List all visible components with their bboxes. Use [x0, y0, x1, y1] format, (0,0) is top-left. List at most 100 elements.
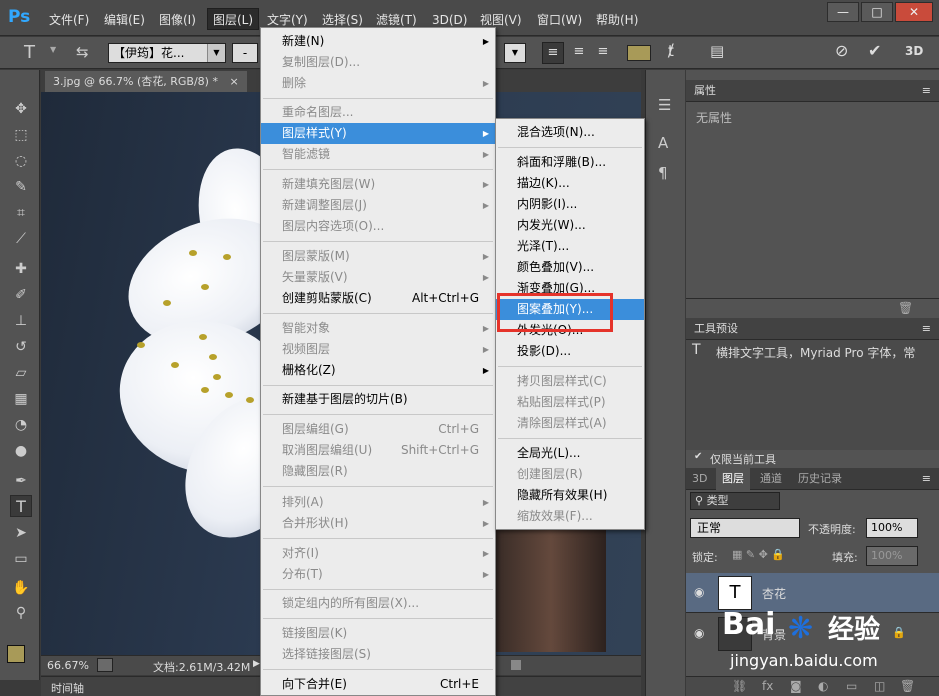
menu-item-link-layers[interactable]: 链接图层(K) — [261, 623, 495, 644]
paragraph-panel-icon[interactable]: ¶ — [658, 164, 668, 182]
hand-tool-icon[interactable]: ✋ — [10, 577, 32, 599]
layer-filter-select[interactable]: ⚲ 类型 — [690, 492, 780, 510]
eye-icon[interactable]: ◉ — [694, 626, 704, 640]
eye-icon[interactable]: ◉ — [694, 585, 704, 599]
submenu-item-drop-shadow[interactable]: 投影(D)... — [496, 341, 644, 362]
submenu-item-color-overlay[interactable]: 颜色叠加(V)... — [496, 257, 644, 278]
close-tab-icon[interactable]: × — [229, 75, 238, 88]
menu-item-new-adjustment-layer[interactable]: 新建调整图层(J) ▶ — [261, 195, 495, 216]
history-brush-icon[interactable]: ↺ — [10, 336, 32, 358]
menu-image[interactable]: 图像(I) — [154, 9, 201, 31]
submenu-item-copy-layer-style[interactable]: 拷贝图层样式(C) — [496, 371, 644, 392]
lasso-tool-icon[interactable]: ◌ — [10, 150, 32, 172]
commit-icon[interactable]: ✔ — [868, 41, 881, 60]
menu-item-select-linked-layers[interactable]: 选择链接图层(S) — [261, 644, 495, 665]
menu-item-new-fill-layer[interactable]: 新建填充图层(W) ▶ — [261, 174, 495, 195]
properties-panel-title[interactable]: 属性 — [694, 80, 716, 102]
stamp-tool-icon[interactable]: ⊥ — [10, 310, 32, 332]
current-only-checkbox[interactable]: ✔ — [694, 451, 702, 462]
trash-icon[interactable]: 🗑 — [898, 301, 913, 315]
horizontal-scrollbar-thumb[interactable] — [511, 660, 521, 670]
type-tool-icon[interactable]: T — [10, 495, 32, 517]
restore-button[interactable]: □ — [861, 2, 893, 22]
submenu-item-global-light[interactable]: 全局光(L)... — [496, 443, 644, 464]
crop-tool-icon[interactable]: ⌗ — [10, 202, 32, 224]
menu-item-arrange[interactable]: 排列(A) ▶ — [261, 492, 495, 513]
menu-item-vector-mask[interactable]: 矢量蒙版(V) ▶ — [261, 267, 495, 288]
text-orientation-icon[interactable]: ⇆ — [76, 43, 89, 61]
layer-name[interactable]: 杏花 — [762, 585, 786, 602]
submenu-item-inner-glow[interactable]: 内发光(W)... — [496, 215, 644, 236]
menu-help[interactable]: 帮助(H) — [591, 9, 643, 31]
character-panel-icon[interactable]: A — [658, 134, 668, 152]
cancel-icon[interactable]: ⊘ — [835, 41, 848, 60]
submenu-item-clear-layer-style[interactable]: 清除图层样式(A) — [496, 413, 644, 434]
quick-select-tool-icon[interactable]: ✎ — [10, 176, 32, 198]
menu-layer[interactable]: 图层(L) — [207, 8, 260, 30]
menu-item-align[interactable]: 对齐(I) ▶ — [261, 543, 495, 564]
menu-item-layer-style[interactable]: 图层样式(Y) ▶ — [261, 123, 495, 144]
dodge-tool-icon[interactable]: ● — [10, 440, 32, 462]
submenu-item-scale-effects[interactable]: 缩放效果(F)... — [496, 506, 644, 527]
blur-tool-icon[interactable]: ◔ — [10, 414, 32, 436]
menu-item-lock-all-layers[interactable]: 锁定组内的所有图层(X)... — [261, 593, 495, 614]
font-style-select[interactable]: - — [232, 43, 258, 63]
lock-icons[interactable]: ▦ ✎ ✥ 🔒 — [732, 548, 785, 561]
size-select[interactable]: ▼ — [504, 43, 526, 63]
tab-channels[interactable]: 通道 — [760, 468, 782, 490]
3d-button[interactable]: 3D — [905, 44, 923, 58]
chevron-down-icon[interactable]: ▼ — [50, 45, 56, 54]
adjustments-panel-icon[interactable]: ☰ — [658, 96, 671, 114]
status-share-icon[interactable] — [97, 658, 113, 672]
gradient-tool-icon[interactable]: ▦ — [10, 388, 32, 410]
menu-edit[interactable]: 编辑(E) — [99, 9, 150, 31]
warp-text-icon[interactable]: ⱦ — [668, 42, 674, 60]
text-color-swatch[interactable] — [627, 45, 651, 61]
panel-menu-icon[interactable]: ≡ — [922, 318, 931, 340]
menu-window[interactable]: 窗口(W) — [532, 9, 587, 31]
chevron-right-icon[interactable]: ▶ — [253, 659, 260, 669]
type-tool-icon[interactable]: T — [24, 42, 35, 63]
submenu-item-satin[interactable]: 光泽(T)... — [496, 236, 644, 257]
menu-item-rename-layer[interactable]: 重命名图层... — [261, 102, 495, 123]
close-button[interactable]: ✕ — [895, 2, 933, 22]
align-right-icon[interactable]: ≡ — [592, 42, 614, 64]
character-panel-icon[interactable]: ▤ — [710, 42, 724, 60]
menu-item-ungroup-layers[interactable]: 取消图层编组(U) Shift+Ctrl+G — [261, 440, 495, 461]
tool-presets-panel-title[interactable]: 工具预设 — [694, 318, 738, 340]
font-family-select[interactable]: 【伊筠】花... ▼ — [108, 43, 226, 63]
menu-item-layer-mask[interactable]: 图层蒙版(M) ▶ — [261, 246, 495, 267]
panel-menu-icon[interactable]: ≡ — [922, 468, 931, 490]
submenu-item-bevel-emboss[interactable]: 斜面和浮雕(B)... — [496, 152, 644, 173]
menu-item-distribute[interactable]: 分布(T) ▶ — [261, 564, 495, 585]
opacity-field[interactable]: 100% — [866, 518, 918, 538]
marquee-tool-icon[interactable]: ⬚ — [10, 124, 32, 146]
eraser-tool-icon[interactable]: ▱ — [10, 362, 32, 384]
menu-item-combine-shapes[interactable]: 合并形状(H) ▶ — [261, 513, 495, 534]
menu-item-merge-down[interactable]: 向下合并(E) Ctrl+E — [261, 674, 495, 695]
submenu-item-inner-shadow[interactable]: 内阴影(I)... — [496, 194, 644, 215]
fill-field[interactable]: 100% — [866, 546, 918, 566]
brush-tool-icon[interactable]: ✐ — [10, 284, 32, 306]
blend-mode-select[interactable]: 正常 — [690, 518, 800, 538]
align-left-icon[interactable]: ≡ — [542, 42, 564, 64]
menu-item-duplicate-layer[interactable]: 复制图层(D)... — [261, 52, 495, 73]
submenu-item-stroke[interactable]: 描边(K)... — [496, 173, 644, 194]
tab-layers[interactable]: 图层 — [716, 468, 750, 490]
foreground-color-swatch[interactable] — [7, 645, 25, 663]
submenu-item-blending-options[interactable]: 混合选项(N)... — [496, 122, 644, 143]
tab-history[interactable]: 历史记录 — [798, 468, 842, 490]
menu-item-layer-content-options[interactable]: 图层内容选项(O)... — [261, 216, 495, 237]
menu-file[interactable]: 文件(F) — [44, 9, 94, 31]
menu-item-group-layers[interactable]: 图层编组(G) Ctrl+G — [261, 419, 495, 440]
minimize-button[interactable]: — — [827, 2, 859, 22]
menu-item-rasterize[interactable]: 栅格化(Z) ▶ — [261, 360, 495, 381]
menu-item-hide-layers[interactable]: 隐藏图层(R) — [261, 461, 495, 482]
menu-item-smart-filter[interactable]: 智能滤镜 ▶ — [261, 144, 495, 165]
zoom-tool-icon[interactable]: ⚲ — [10, 602, 32, 624]
eyedropper-tool-icon[interactable]: ⟋ — [10, 228, 32, 250]
preset-item[interactable]: 横排文字工具，Myriad Pro 字体，常规 — [716, 344, 916, 361]
submenu-item-create-layers[interactable]: 创建图层(R) — [496, 464, 644, 485]
healing-brush-icon[interactable]: ✚ — [10, 258, 32, 280]
tab-3d[interactable]: 3D — [692, 468, 707, 490]
